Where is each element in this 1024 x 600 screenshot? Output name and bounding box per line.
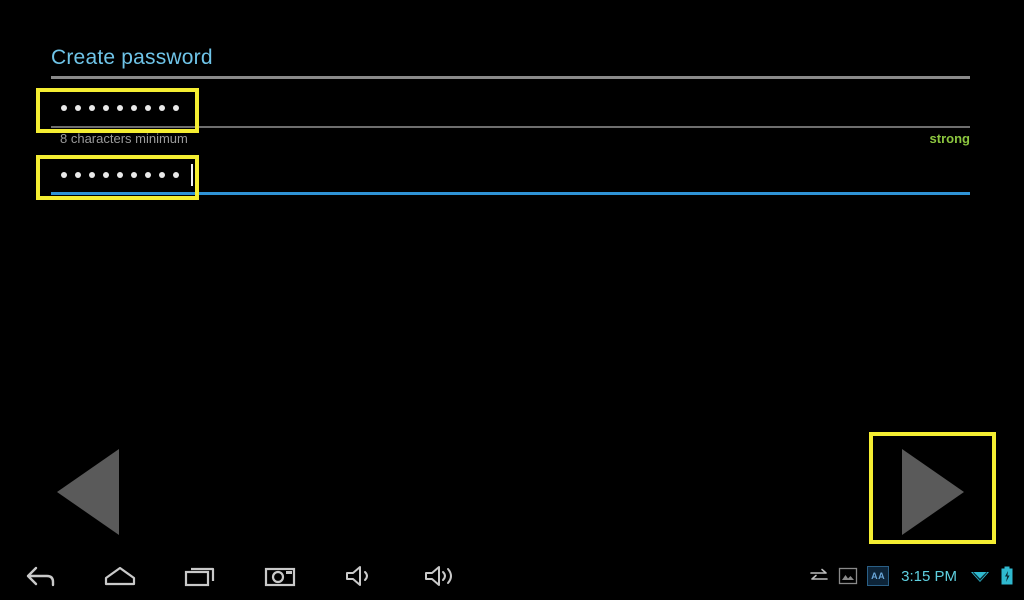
previous-button[interactable] [57,449,119,535]
mask-dot [131,105,137,111]
nav-back-button[interactable] [0,552,80,600]
mask-dot [173,105,179,111]
next-button[interactable] [902,449,964,535]
mask-dot [103,172,109,178]
mask-dot [75,105,81,111]
mask-dot [89,105,95,111]
text-caret [191,164,193,186]
mask-dot [145,105,151,111]
image-icon[interactable] [838,566,858,586]
back-icon [23,563,57,589]
password-field[interactable] [51,88,970,128]
confirm-password-field[interactable] [51,155,970,195]
password-hint-row: 8 characters minimum strong [51,131,970,149]
camera-icon [263,563,297,589]
nav-volume-down-button[interactable] [320,552,400,600]
password-input[interactable] [51,88,970,128]
battery-charging-icon[interactable] [1000,566,1014,586]
navbar-buttons [0,552,480,600]
page-title: Create password [51,46,213,69]
mask-dot [159,172,165,178]
mask-dot [61,105,67,111]
password-strength-badge: strong [929,131,970,146]
title-divider [51,76,970,79]
nav-volume-up-button[interactable] [400,552,480,600]
mask-dot [117,105,123,111]
volume-down-icon [343,563,377,589]
system-navigation-bar: AA 3:15 PM [0,552,1024,600]
mask-dot [131,172,137,178]
volume-up-icon [423,563,457,589]
mask-dot [117,172,123,178]
status-bar-clock[interactable]: 3:15 PM [901,568,957,585]
nav-screenshot-button[interactable] [240,552,320,600]
mask-dot [89,172,95,178]
mask-dot [145,172,151,178]
password-field-underline [51,126,970,128]
data-transfer-icon[interactable] [809,567,829,585]
status-bar-icons: AA 3:15 PM [809,552,1014,600]
confirm-mask-dots [61,155,193,195]
nav-home-button[interactable] [80,552,160,600]
mask-dot [75,172,81,178]
confirm-password-field-underline [51,192,970,195]
recents-icon [182,563,218,589]
setup-wizard-page: Create password 8 characters minimum str… [0,0,1024,552]
confirm-password-input[interactable] [51,155,970,195]
mask-dot [103,105,109,111]
password-mask-dots [61,88,179,128]
mask-dot [61,172,67,178]
input-method-icon[interactable]: AA [867,566,890,586]
password-hint: 8 characters minimum [60,131,188,146]
android-setup-screen: Create password 8 characters minimum str… [0,0,1024,600]
wifi-icon[interactable] [969,567,991,585]
mask-dot [159,105,165,111]
nav-recents-button[interactable] [160,552,240,600]
home-icon [102,563,138,589]
mask-dot [173,172,179,178]
